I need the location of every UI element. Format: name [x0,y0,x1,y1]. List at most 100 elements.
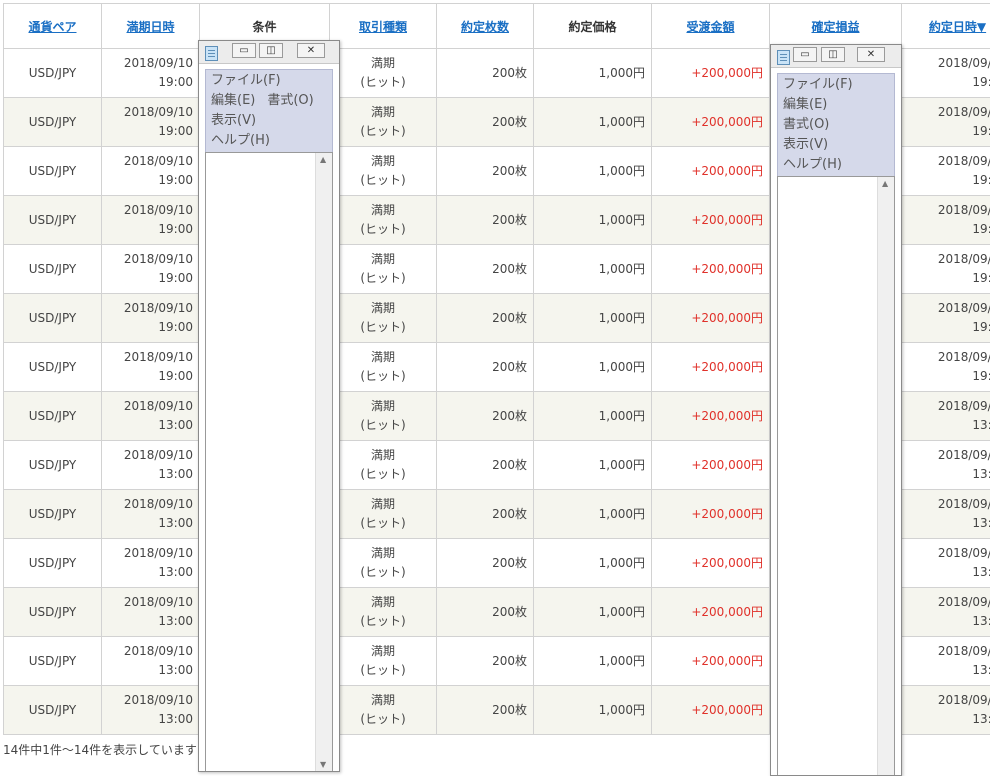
exec-time: 19:00 [908,269,990,288]
cell-pair: USD/JPY [4,294,102,343]
cell-price: 1,000円 [534,98,652,147]
trade-result: (ヒット) [336,269,430,288]
cell-price: 1,000円 [534,147,652,196]
notepad-title-bar[interactable]: ▭ ◫ ✕ [199,41,339,64]
trade-type: 満期 [336,397,430,416]
menu-view[interactable]: 表示(V) [211,113,256,128]
trade-type: 満期 [336,201,430,220]
cell-exec-date: 2018/09/1019:00 [902,245,990,294]
cell-trade-type: 満期(ヒット) [330,245,437,294]
header-exec-date[interactable]: 約定日時▼ [902,4,990,49]
header-maturity[interactable]: 満期日時 [102,4,200,49]
notepad-text-area[interactable]: ▲ ▼ [205,152,333,771]
sort-link-maturity[interactable]: 満期日時 [126,20,174,34]
cell-amount: +200,000円 [652,637,770,686]
cell-maturity: 2018/09/1013:00 [102,637,200,686]
cell-amount: +200,000円 [652,392,770,441]
maturity-time: 19:00 [108,73,193,92]
maturity-time: 13:00 [108,710,193,729]
maturity-date: 2018/09/10 [108,397,193,416]
cell-price: 1,000円 [534,196,652,245]
cell-trade-type: 満期(ヒット) [330,539,437,588]
cell-maturity: 2018/09/1013:00 [102,686,200,735]
cell-quantity: 200枚 [437,343,534,392]
cell-quantity: 200枚 [437,147,534,196]
cell-price: 1,000円 [534,588,652,637]
trade-type: 満期 [336,250,430,269]
maturity-time: 19:00 [108,171,193,190]
cell-maturity: 2018/09/1013:00 [102,539,200,588]
maturity-date: 2018/09/10 [108,250,193,269]
exec-date: 2018/09/10 [908,544,990,563]
cell-price: 1,000円 [534,686,652,735]
cell-trade-type: 満期(ヒット) [330,147,437,196]
cell-pair: USD/JPY [4,490,102,539]
exec-date: 2018/09/10 [908,54,990,73]
cell-maturity: 2018/09/1019:00 [102,245,200,294]
scroll-down-arrow-icon[interactable]: ▼ [320,760,326,769]
cell-pair: USD/JPY [4,588,102,637]
sort-link-trade-type[interactable]: 取引種類 [359,20,407,34]
vertical-scrollbar[interactable]: ▲ [877,177,894,775]
cell-exec-date: 2018/09/1019:00 [902,294,990,343]
sort-link-pair[interactable]: 通貨ペア [28,20,76,34]
cell-price: 1,000円 [534,392,652,441]
notepad-window[interactable]: ▭ ◫ ✕ ファイル(F) 編集(E) 書式(O) 表示(V) ヘルプ(H) ▲ [770,44,902,776]
cell-amount: +200,000円 [652,539,770,588]
menu-file[interactable]: ファイル(F) [211,73,281,88]
sort-link-exec-date[interactable]: 約定日時▼ [929,20,986,34]
maximize-button[interactable]: ◫ [259,43,283,58]
close-button[interactable]: ✕ [857,47,885,62]
scroll-up-arrow-icon[interactable]: ▲ [320,155,326,164]
header-trade-type[interactable]: 取引種類 [330,4,437,49]
vertical-scrollbar[interactable]: ▲ ▼ [315,153,332,771]
cell-price: 1,000円 [534,245,652,294]
cell-maturity: 2018/09/1013:00 [102,588,200,637]
maximize-button[interactable]: ◫ [821,47,845,62]
notepad-window[interactable]: ▭ ◫ ✕ ファイル(F) 編集(E) 書式(O) 表示(V) ヘルプ(H) ▲ … [198,40,340,772]
exec-date: 2018/09/10 [908,446,990,465]
table-header-row: 通貨ペア 満期日時 条件 取引種類 約定枚数 約定価格 受渡金額 確定損益 約定… [4,4,990,49]
cell-amount: +200,000円 [652,49,770,98]
menu-view[interactable]: 表示(V) [783,137,828,152]
cell-quantity: 200枚 [437,490,534,539]
sort-link-quantity[interactable]: 約定枚数 [461,20,509,34]
cell-quantity: 200枚 [437,686,534,735]
exec-time: 13:00 [908,612,990,631]
cell-maturity: 2018/09/1019:00 [102,196,200,245]
minimize-button[interactable]: ▭ [793,47,817,62]
sort-link-amount[interactable]: 受渡金額 [686,20,734,34]
menu-format[interactable]: 書式(O) [267,93,313,108]
menu-file[interactable]: ファイル(F) [783,77,853,92]
menu-edit[interactable]: 編集(E) [211,93,255,108]
close-button[interactable]: ✕ [297,43,325,58]
sort-link-pl[interactable]: 確定損益 [811,20,859,34]
exec-date: 2018/09/10 [908,103,990,122]
cell-amount: +200,000円 [652,196,770,245]
header-quantity[interactable]: 約定枚数 [437,4,534,49]
notepad-title-bar[interactable]: ▭ ◫ ✕ [771,45,901,68]
trade-type: 満期 [336,495,430,514]
exec-time: 19:00 [908,367,990,386]
trade-type: 満期 [336,103,430,122]
notepad-app-icon [205,46,218,61]
cell-price: 1,000円 [534,637,652,686]
menu-help[interactable]: ヘルプ(H) [211,133,270,148]
header-pl[interactable]: 確定損益 [770,4,902,49]
cell-maturity: 2018/09/1013:00 [102,490,200,539]
header-pair[interactable]: 通貨ペア [4,4,102,49]
notepad-text-area[interactable]: ▲ [777,176,895,775]
scroll-up-arrow-icon[interactable]: ▲ [882,179,888,188]
cell-trade-type: 満期(ヒット) [330,49,437,98]
minimize-button[interactable]: ▭ [232,43,256,58]
menu-format[interactable]: 書式(O) [783,117,829,132]
header-amount[interactable]: 受渡金額 [652,4,770,49]
cell-quantity: 200枚 [437,392,534,441]
maturity-date: 2018/09/10 [108,446,193,465]
cell-trade-type: 満期(ヒット) [330,588,437,637]
menu-edit[interactable]: 編集(E) [783,97,827,112]
cell-quantity: 200枚 [437,245,534,294]
menu-help[interactable]: ヘルプ(H) [783,157,842,172]
trade-type: 満期 [336,642,430,661]
cell-exec-date: 2018/09/1019:00 [902,49,990,98]
